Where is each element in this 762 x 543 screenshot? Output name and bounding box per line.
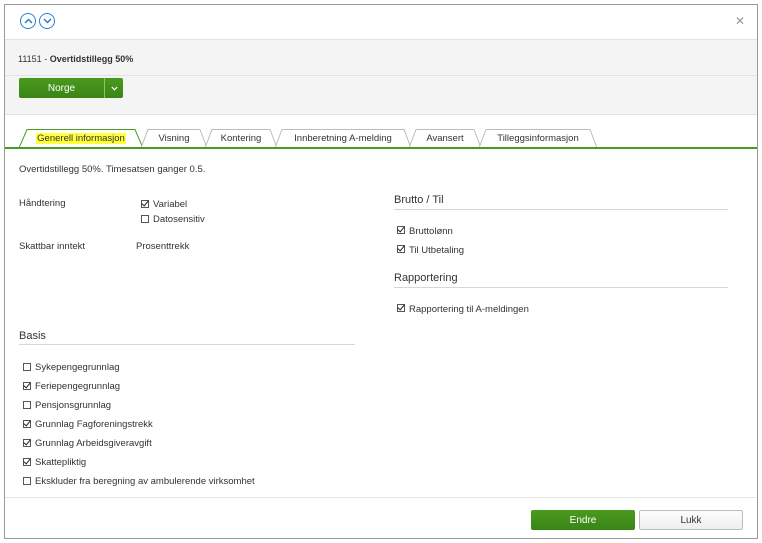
variabel-checkbox[interactable]	[141, 200, 149, 208]
tab-kontering[interactable]: Kontering	[205, 129, 277, 148]
fagforeningstrekk-checkbox[interactable]	[23, 420, 31, 428]
endre-button[interactable]: Endre	[531, 510, 635, 530]
rapportering-title: Rapportering	[394, 272, 458, 284]
record-header: 11151 - Overtidstillegg 50%	[5, 39, 757, 115]
datosensitiv-label: Datosensitiv	[153, 214, 205, 225]
title-separator: -	[41, 54, 50, 64]
dialog-topbar: ✕	[5, 5, 757, 39]
tab-label: Kontering	[220, 133, 262, 144]
close-icon[interactable]: ✕	[735, 14, 745, 28]
arbeidsgiveravgift-checkbox[interactable]	[23, 439, 31, 447]
tab-generell-informasjon[interactable]: Generell informasjon	[19, 129, 143, 148]
tab-content: Overtidstillegg 50%. Timesatsen ganger 0…	[5, 149, 757, 497]
record-title: 11151 - Overtidstillegg 50%	[18, 54, 133, 64]
chevron-up-circle-icon[interactable]	[20, 13, 36, 29]
basis-divider	[19, 344, 355, 345]
feriepengegrunnlag-label: Feriepengegrunnlag	[35, 381, 121, 392]
handtering-label: Håndtering	[19, 198, 66, 209]
arbeidsgiveravgift-label: Grunnlag Arbeidsgiveravgift	[35, 438, 152, 449]
tab-label: Innberetning A-melding	[294, 133, 392, 144]
skattepliktig-label: Skattepliktig	[35, 457, 87, 468]
tab-bar: Generell informasjon Visning Kontering I…	[5, 125, 757, 149]
lukk-button[interactable]: Lukk	[639, 510, 743, 530]
tab-avansert[interactable]: Avansert	[409, 129, 481, 148]
tab-visning[interactable]: Visning	[141, 129, 207, 148]
rapportering-checkbox[interactable]	[397, 304, 405, 312]
sykepengegrunnlag-label: Sykepengegrunnlag	[35, 362, 120, 373]
brutto-divider	[394, 209, 728, 210]
header-divider	[5, 75, 757, 76]
ekskluder-label: Ekskluder fra beregning av ambulerende v…	[35, 476, 255, 487]
chevron-down-icon[interactable]	[104, 78, 123, 98]
rapportering-label: Rapportering til A-meldingen	[409, 304, 529, 315]
fagforeningstrekk-label: Grunnlag Fagforeningstrekk	[35, 419, 153, 430]
til-utbetaling-checkbox[interactable]	[397, 245, 405, 253]
datosensitiv-checkbox[interactable]	[141, 215, 149, 223]
country-split-button[interactable]: Norge	[19, 78, 123, 98]
tab-label: Visning	[158, 133, 190, 144]
skattepliktig-checkbox[interactable]	[23, 458, 31, 466]
ekskluder-checkbox[interactable]	[23, 477, 31, 485]
tab-label: Avansert	[426, 133, 464, 144]
skattbar-value: Prosenttrekk	[136, 241, 190, 252]
feriepengegrunnlag-checkbox[interactable]	[23, 382, 31, 390]
record-name: Overtidstillegg 50%	[49, 54, 134, 64]
description-text: Overtidstillegg 50%. Timesatsen ganger 0…	[19, 164, 206, 175]
skattbar-label: Skattbar inntekt	[19, 241, 86, 252]
bruttolonn-checkbox[interactable]	[397, 226, 405, 234]
tab-label: Generell informasjon	[36, 133, 126, 144]
basis-title: Basis	[19, 330, 46, 342]
country-button-label: Norge	[47, 82, 76, 94]
brutto-title: Brutto / Til	[394, 194, 444, 206]
record-code: 11151	[18, 54, 42, 64]
tab-label: Tilleggsinformasjon	[497, 133, 579, 144]
til-utbetaling-label: Til Utbetaling	[409, 245, 465, 256]
tab-innberetning-a-melding[interactable]: Innberetning A-melding	[275, 129, 411, 148]
pensjonsgrunnlag-label: Pensjonsgrunnlag	[35, 400, 112, 411]
chevron-down-circle-icon[interactable]	[39, 13, 55, 29]
pensjonsgrunnlag-checkbox[interactable]	[23, 401, 31, 409]
dialog: ✕ 11151 - Overtidstillegg 50% Norge Gene…	[4, 4, 758, 539]
sykepengegrunnlag-checkbox[interactable]	[23, 363, 31, 371]
bruttolonn-label: Bruttolønn	[409, 226, 453, 237]
variabel-label: Variabel	[153, 199, 188, 210]
rapportering-divider	[394, 287, 728, 288]
tab-tilleggsinformasjon[interactable]: Tilleggsinformasjon	[479, 129, 597, 148]
dialog-footer: Endre Lukk	[5, 497, 757, 538]
